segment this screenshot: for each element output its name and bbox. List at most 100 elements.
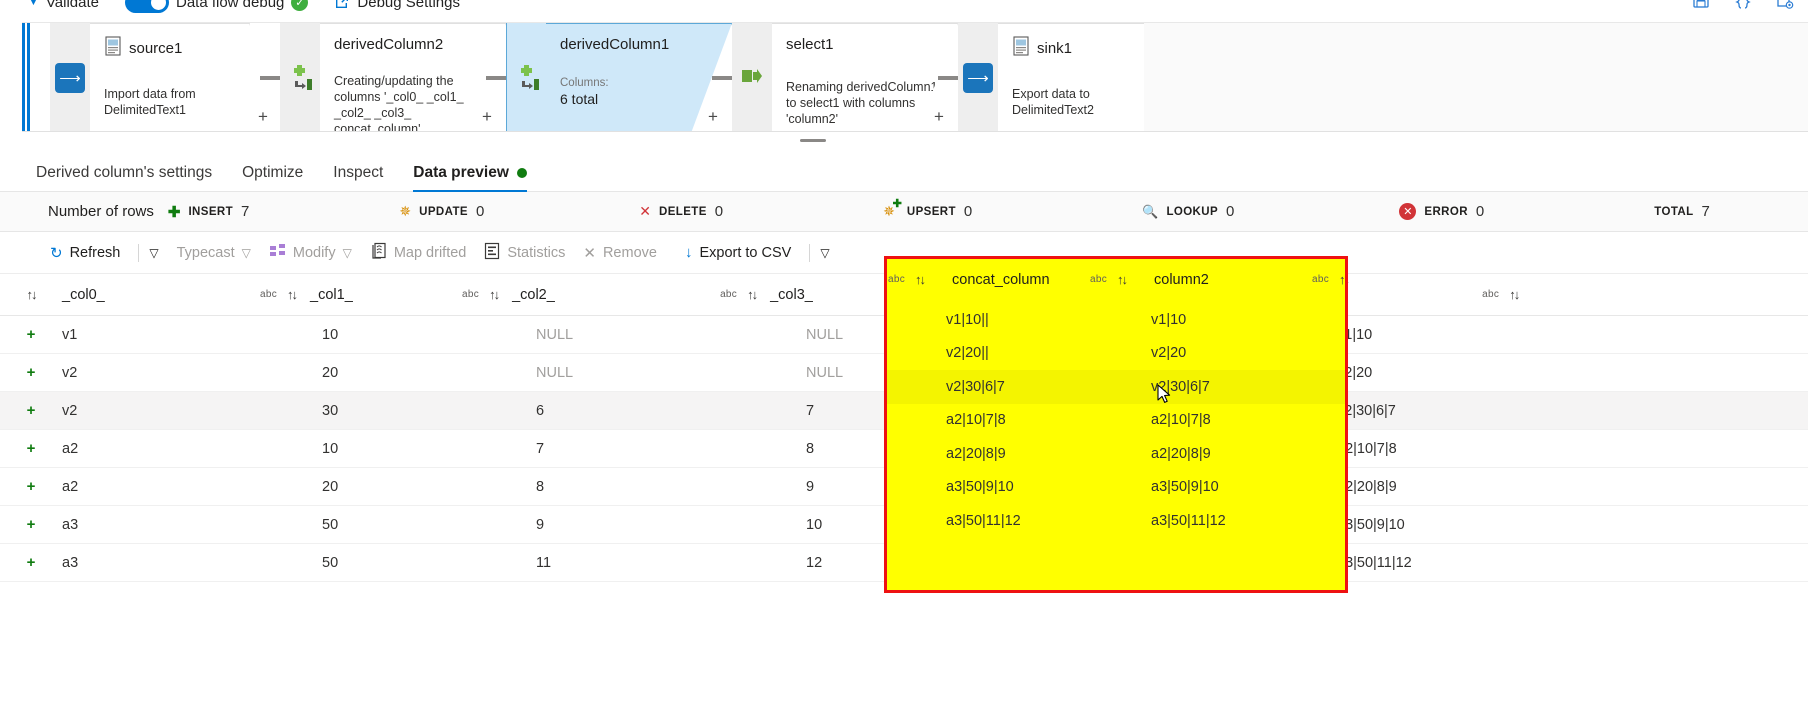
flow-node-derivedColumn2[interactable]: derivedColumn2 Creating/updating the col… [280,23,506,131]
toolbar-divider-2 [809,243,811,262]
add-node-button-4[interactable]: + [934,107,944,127]
stat-label: LOOKUP [1166,205,1219,218]
dataflow-canvas[interactable]: ⟶ source1 Import data from DelimitedText… [22,22,1808,132]
stat-value: 0 [475,203,485,220]
add-node-button-3[interactable]: + [708,107,718,127]
row-marker: + [26,554,36,571]
modify-button[interactable]: Modify ▽ [269,242,352,263]
tab-derived-column-settings[interactable]: Derived column's settings [36,164,212,191]
dataflow-debug-toggle[interactable]: Data flow debug ✓ [124,0,309,13]
stat-value: 0 [963,203,973,220]
stat-insert: ✚ INSERT 7 [168,203,250,221]
tab-inspect[interactable]: Inspect [333,164,383,191]
code-braces-icon[interactable] [1734,0,1752,11]
derived-column-icon-chip [506,23,546,131]
statistics-button[interactable]: Statistics [484,242,565,264]
flow-node-derivedColumn1[interactable]: derivedColumn1 Columns: 6 total + [506,23,732,131]
flow-node-select1[interactable]: select1 Renaming derivedColumn1 to selec… [732,23,958,131]
tab-optimize[interactable]: Optimize [242,164,303,191]
sort-icon[interactable]: ↑↓ [27,287,38,302]
debug-settings-button[interactable]: Debug Settings [334,0,460,11]
cell-_col0_: a2 [62,478,79,495]
map-drifted-button[interactable]: Map drifted [370,242,467,264]
search-icon: 🔍 [1142,203,1159,219]
derived-column-icon-chip [280,23,320,131]
sort-icon[interactable]: ↑↓ [287,287,298,302]
highlight-header: abc ↑↓ concat_column abc ↑↓ column2 abc … [886,256,1350,303]
tab-label: Optimize [242,164,304,181]
row-marker: + [26,402,36,419]
sort-icon[interactable]: ↑↓ [489,287,500,302]
toggle-switch-icon[interactable] [124,0,169,13]
node-name: derivedColumn2 [334,36,444,53]
highlight-row: v1|10|| v1|10 [886,303,1348,337]
tab-data-preview[interactable]: Data preview [413,164,527,192]
sort-icon[interactable]: ↑↓ [1339,272,1350,287]
node-name: source1 [129,39,183,57]
sort-icon[interactable]: ↑↓ [1117,272,1128,287]
map-drifted-icon [370,242,387,264]
delimited-text-icon [1012,36,1030,60]
cell-_col0_: a3 [62,516,79,533]
cell-_col0_: v2 [62,402,78,419]
select-icon-chip [732,23,772,131]
header-cell-_col1_[interactable]: _col1_ [310,274,462,315]
external-link-icon [334,0,350,10]
row-marker: + [26,326,36,343]
statistics-label: Statistics [507,244,566,261]
node-columns-label: Columns: [560,77,609,89]
export-dropdown[interactable]: ▽ [820,246,829,260]
validate-button[interactable]: ▼ Validate [28,0,99,11]
node-subtitle: Export data to DelimitedText2 [1012,87,1094,117]
cell-_col2_: 8 [536,478,545,495]
modify-icon [269,242,286,263]
node-name: sink1 [1037,39,1073,57]
stat-value: 7 [241,203,250,220]
header-cell-_col2_[interactable]: _col2_ [512,274,720,315]
cell-concat_column: a3|50|9|10 [946,479,1014,496]
node-subtitle: Renaming derivedColumn1 to select1 with … [786,80,938,126]
modify-label: Modify [292,244,336,261]
header-sort-col0[interactable]: ↑↓ [0,274,62,315]
cell-concat_column: a2|10|7|8 [946,412,1006,429]
cell-_col0_: v2 [62,364,78,381]
flow-node-sink1[interactable]: ⟶ sink1 Export data to DelimitedText2 [958,23,1144,131]
check-circle-icon: ✓ [291,0,309,11]
sort-icon[interactable]: ↑↓ [915,272,926,287]
remove-button[interactable]: ✕ Remove [583,244,657,262]
cell-_col2_: 11 [536,554,552,571]
header-cell-_col0_[interactable]: _col0_ [62,274,260,315]
sort-icon[interactable]: ↑↓ [1509,287,1520,302]
stat-value: 0 [714,203,724,220]
cell-column2: v2|20 [1151,345,1187,362]
cell-_col1_: 20 [322,364,339,381]
sort-icon[interactable]: ↑↓ [747,287,758,302]
derived-column-icon [514,64,540,92]
refresh-button[interactable]: ↻ Refresh [50,244,120,262]
export-to-csv-button[interactable]: ↓ Export to CSV [685,244,791,261]
flow-node-source1[interactable]: ⟶ source1 Import data from DelimitedText… [50,23,268,131]
close-icon: ✕ [583,244,596,262]
add-node-button-2[interactable]: + [482,107,492,127]
cell-column2: a2|20|8|9 [1337,478,1397,495]
node-subtitle: Import data from DelimitedText1 [104,87,196,117]
x-icon: ✕ [639,203,652,219]
save-icon[interactable] [1692,0,1710,11]
refresh-dropdown[interactable]: ▽ [149,246,158,260]
column-name: _col0_ [62,286,105,303]
cell-concat_column: v1|10|| [946,311,989,328]
column-name: column2 [1154,271,1209,288]
add-node-button-1[interactable]: + [258,107,268,127]
typecast-button[interactable]: Typecast ▽ [177,245,251,261]
header-meta-_col2_: abc ↑↓ [462,274,512,315]
highlight-row: v2|20|| v2|20 [886,337,1348,371]
properties-gear-icon[interactable] [1776,0,1794,11]
panel-resize-handle[interactable] [800,139,826,142]
map-drifted-label: Map drifted [393,244,467,261]
